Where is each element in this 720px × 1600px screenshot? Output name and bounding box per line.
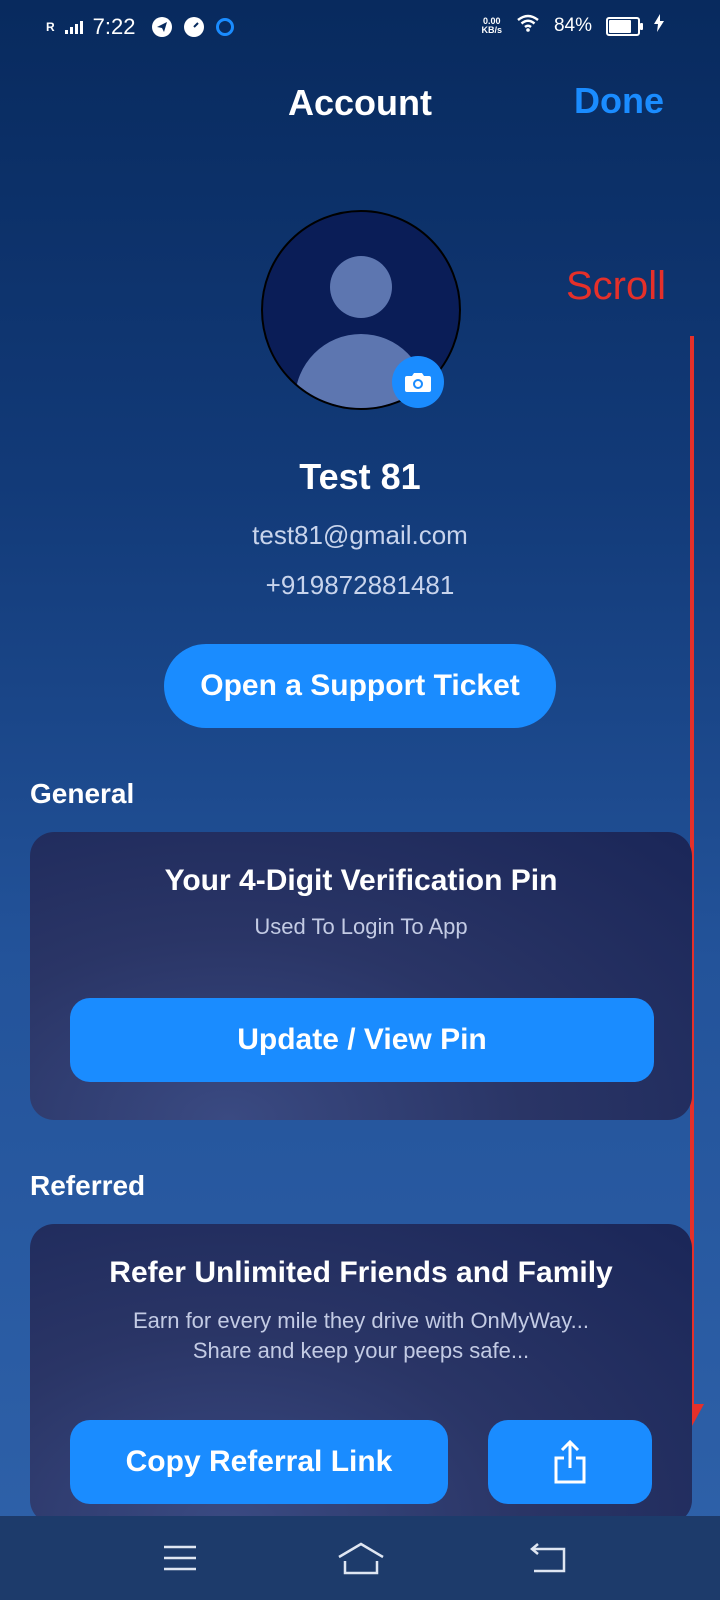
verification-pin-card: Your 4-Digit Verification Pin Used To Lo… — [30, 832, 692, 1120]
home-icon[interactable] — [331, 1536, 391, 1580]
cell-signal-icon — [64, 20, 83, 34]
wifi-icon — [516, 14, 540, 38]
profile-name: Test 81 — [299, 456, 421, 497]
charging-bolt-icon — [654, 14, 664, 38]
referral-card: Refer Unlimited Friends and Family Earn … — [30, 1224, 692, 1524]
carrier-marker: R — [46, 20, 55, 34]
section-title-referred: Referred — [30, 1170, 146, 1201]
done-button[interactable]: Done — [574, 80, 664, 122]
battery-percent: 84% — [553, 15, 592, 36]
scroll-annotation-label: Scroll — [566, 264, 667, 308]
referral-card-line1: Earn for every mile they drive with OnMy… — [132, 1308, 590, 1333]
person-placeholder-icon — [330, 256, 392, 318]
net-speed: 0.00 KB/s — [481, 17, 502, 35]
status-bar-left: R 7:22 — [46, 14, 240, 40]
profile-phone: +919872881481 — [265, 570, 455, 600]
net-speed-unit: KB/s — [481, 25, 502, 35]
sync-app-icon — [215, 18, 234, 36]
pin-card-subtitle: Used To Login To App — [254, 914, 468, 939]
back-icon[interactable] — [517, 1536, 577, 1580]
share-icon — [554, 1440, 586, 1484]
battery-fill — [609, 19, 631, 33]
change-photo-button[interactable] — [392, 356, 444, 408]
camera-icon — [405, 373, 431, 392]
telegram-icon — [151, 17, 172, 37]
profile-email: test81@gmail.com — [252, 520, 468, 550]
referral-card-line2: Share and keep your peeps safe... — [192, 1338, 530, 1363]
update-view-pin-button[interactable]: Update / View Pin — [70, 998, 654, 1082]
system-nav-bar — [0, 1516, 720, 1600]
status-time: 7:22 — [92, 14, 136, 39]
open-support-ticket-button[interactable]: Open a Support Ticket — [164, 644, 556, 728]
status-bar: R 7:22 0.00 KB/s 84% — [0, 0, 720, 60]
status-bar-right: 0.00 KB/s 84% — [481, 14, 664, 38]
referral-card-title: Refer Unlimited Friends and Family — [109, 1256, 613, 1289]
speedometer-icon — [183, 17, 204, 37]
pin-card-title: Your 4-Digit Verification Pin — [164, 864, 558, 897]
share-button[interactable] — [488, 1420, 652, 1504]
battery-icon — [606, 16, 643, 36]
copy-referral-link-button[interactable]: Copy Referral Link — [70, 1420, 448, 1504]
menu-icon[interactable] — [150, 1536, 210, 1580]
section-title-general: General — [30, 778, 135, 809]
